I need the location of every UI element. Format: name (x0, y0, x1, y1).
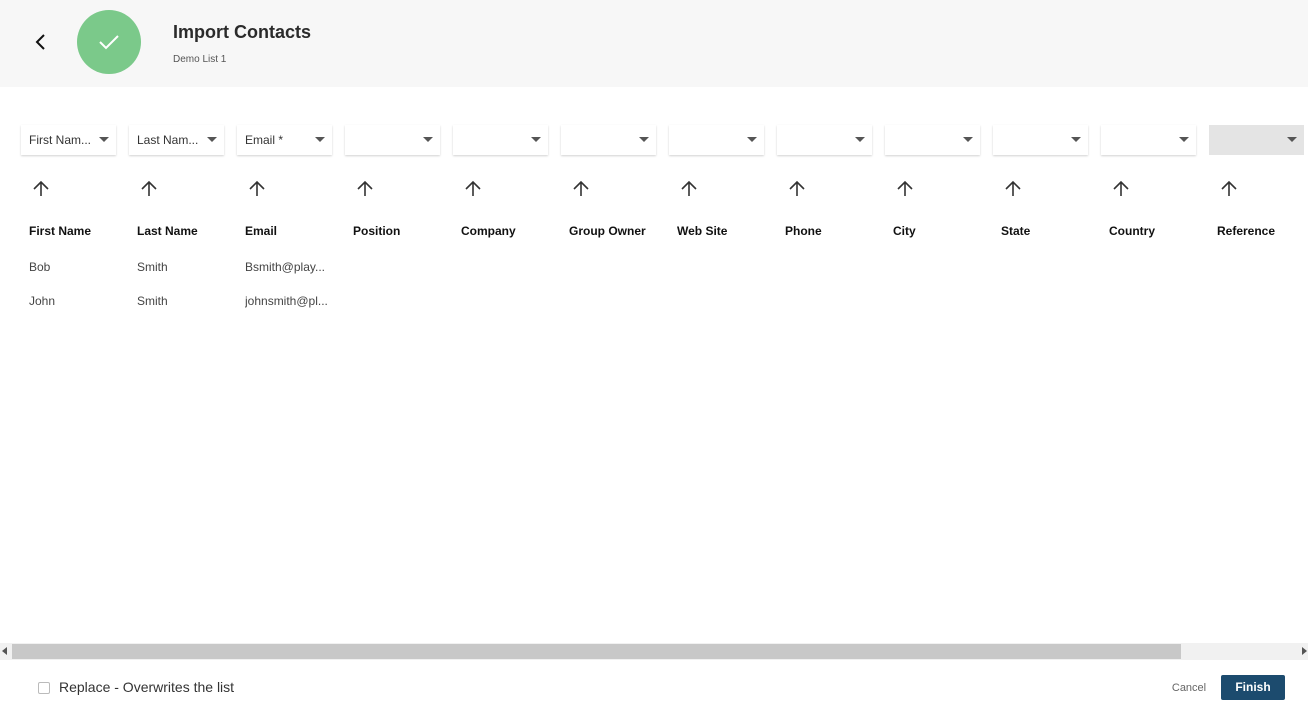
table-cell: johnsmith@pl... (245, 294, 328, 308)
arrow-up-icon[interactable] (1219, 179, 1239, 199)
caret-down-icon (639, 137, 649, 142)
scrollbar-thumb[interactable] (12, 644, 1181, 659)
chevron-left-icon (35, 34, 45, 50)
table-cell: Bsmith@play... (245, 260, 325, 274)
field-mapping-select[interactable] (1209, 125, 1304, 155)
replace-label: Replace - Overwrites the list (59, 679, 235, 695)
field-mapping-select[interactable] (885, 125, 980, 155)
column-header: State (1001, 224, 1031, 238)
arrow-up-icon[interactable] (31, 179, 51, 199)
column-mapping-area: First Nam... First Name Bob John Last Nam...… (0, 125, 1308, 325)
arrow-up-icon[interactable] (571, 179, 591, 199)
caret-down-icon (855, 137, 865, 142)
arrow-up-icon[interactable] (463, 179, 483, 199)
arrow-up-icon[interactable] (139, 179, 159, 199)
column-header: Country (1109, 224, 1155, 238)
field-mapping-select[interactable] (561, 125, 656, 155)
field-mapping-select-label: First Nam... (29, 133, 91, 147)
field-mapping-select[interactable] (777, 125, 872, 155)
column-header: Web Site (677, 224, 728, 238)
column-header: First Name (29, 224, 92, 238)
caret-down-icon (1287, 137, 1297, 142)
caret-down-icon (531, 137, 541, 142)
field-mapping-select-label: Email * (245, 133, 284, 147)
table-cell: John (29, 294, 56, 308)
field-mapping-select[interactable]: Email * (237, 125, 332, 155)
column-header: Reference (1217, 224, 1276, 238)
arrow-up-icon[interactable] (895, 179, 915, 199)
caret-down-icon (747, 137, 757, 142)
column-header: Position (353, 224, 401, 238)
arrow-up-icon[interactable] (787, 179, 807, 199)
column-header: Group Owner (569, 224, 646, 238)
caret-down-icon (315, 137, 325, 142)
check-icon (99, 35, 119, 50)
status-badge (77, 10, 141, 74)
back-button[interactable] (28, 29, 54, 55)
page-header: Import Contacts Demo List 1 (0, 0, 1308, 87)
column-header: Phone (785, 224, 822, 238)
arrow-up-icon[interactable] (1003, 179, 1023, 199)
column-header: City (893, 224, 916, 238)
table-cell: Smith (137, 260, 168, 274)
column-header: Last Name (137, 224, 198, 238)
field-mapping-select[interactable] (993, 125, 1088, 155)
caret-down-icon (963, 137, 973, 142)
page-subtitle: Demo List 1 (173, 54, 227, 65)
field-mapping-select[interactable] (669, 125, 764, 155)
column-header: Company (461, 224, 516, 238)
arrow-up-icon[interactable] (247, 179, 267, 199)
field-mapping-select[interactable]: Last Nam... (129, 125, 224, 155)
caret-down-icon (423, 137, 433, 142)
arrow-up-icon[interactable] (355, 179, 375, 199)
finish-button[interactable]: Finish (1221, 675, 1285, 700)
caret-down-icon (1179, 137, 1189, 142)
arrow-up-icon[interactable] (679, 179, 699, 199)
replace-checkbox[interactable] (38, 682, 50, 694)
field-mapping-select[interactable] (453, 125, 548, 155)
table-cell: Bob (29, 260, 51, 274)
column-header: Email (245, 224, 278, 238)
caret-down-icon (1071, 137, 1081, 142)
table-cell: Smith (137, 294, 168, 308)
horizontal-scrollbar[interactable] (0, 643, 1308, 660)
scroll-right-icon[interactable] (1302, 647, 1307, 655)
scroll-left-icon[interactable] (2, 647, 7, 655)
field-mapping-select[interactable] (1101, 125, 1196, 155)
caret-down-icon (207, 137, 217, 142)
arrow-up-icon[interactable] (1111, 179, 1131, 199)
page-title: Import Contacts (173, 22, 312, 42)
field-mapping-select-label: Last Nam... (137, 133, 199, 147)
field-mapping-select[interactable] (345, 125, 440, 155)
cancel-button[interactable]: Cancel (1166, 679, 1212, 697)
caret-down-icon (99, 137, 109, 142)
field-mapping-select[interactable]: First Nam... (21, 125, 116, 155)
